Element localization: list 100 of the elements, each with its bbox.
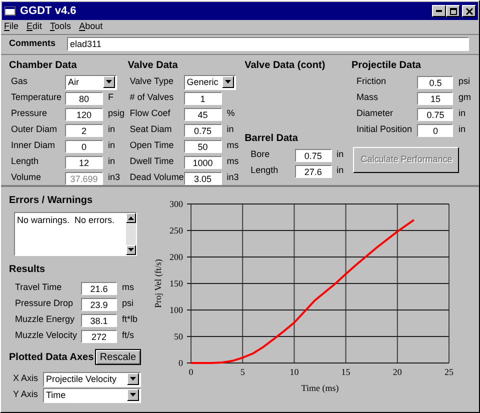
y-tick-label: 0 bbox=[178, 358, 183, 368]
maximize-icon bbox=[450, 8, 456, 14]
field-label: Outer Diam bbox=[11, 123, 58, 136]
unit-label: in bbox=[108, 139, 116, 152]
close-icon bbox=[466, 8, 472, 14]
input-field[interactable]: 0.75 bbox=[184, 124, 222, 136]
field-label: Pressure Drop bbox=[15, 297, 74, 310]
x-tick-label: 5 bbox=[240, 367, 245, 377]
field-label: Mass bbox=[355, 91, 379, 104]
messages-box[interactable]: No warnings. No errors. bbox=[14, 212, 137, 256]
field-label: Friction bbox=[355, 75, 387, 88]
unit-label: in bbox=[458, 123, 466, 136]
section-heading: Chamber Data bbox=[9, 59, 78, 73]
dropdown[interactable]: Time bbox=[43, 388, 141, 402]
input-field[interactable]: 3.05 bbox=[184, 172, 222, 184]
field-label: Length bbox=[11, 155, 40, 168]
menu-item[interactable]: Edit bbox=[26, 20, 42, 34]
y-tick-label: 100 bbox=[170, 305, 183, 315]
unit-label: % bbox=[226, 107, 235, 120]
section-heading: Plotted Data Axes bbox=[9, 350, 94, 364]
close-button[interactable] bbox=[462, 5, 476, 17]
field-label: Volume bbox=[11, 171, 42, 184]
input-field[interactable]: 2 bbox=[65, 124, 103, 136]
input-field[interactable]: 272 bbox=[81, 330, 117, 342]
section-heading: Barrel Data bbox=[244, 132, 299, 146]
field-label: Muzzle Energy bbox=[15, 313, 76, 326]
unit-label: ms bbox=[226, 155, 239, 168]
minimize-button[interactable] bbox=[432, 5, 446, 17]
dropdown[interactable]: Air bbox=[65, 74, 117, 90]
input-field[interactable]: 0 bbox=[417, 124, 454, 136]
y-tick-label: 50 bbox=[174, 332, 183, 342]
input-field[interactable]: 120 bbox=[65, 108, 103, 120]
y-axis-title: Proj Vel (ft/s) bbox=[153, 259, 163, 308]
input-field[interactable]: 21.6 bbox=[81, 282, 117, 294]
input-field[interactable]: 15 bbox=[417, 92, 454, 104]
dropdown[interactable]: Projectile Velocity bbox=[43, 372, 141, 386]
input-field[interactable]: 45 bbox=[184, 108, 222, 120]
field-label: Dwell Time bbox=[130, 155, 175, 168]
section-heading: Results bbox=[9, 263, 46, 277]
menu-item[interactable]: Tools bbox=[50, 20, 72, 34]
unit-label: psig bbox=[108, 107, 125, 120]
field-label: Comments bbox=[9, 37, 57, 50]
input-field[interactable]: 27.6 bbox=[294, 164, 332, 178]
x-tick-label: 10 bbox=[290, 367, 299, 377]
section-heading: Valve Data (cont) bbox=[244, 59, 326, 73]
window-title: GGDT v4.6 bbox=[20, 4, 78, 19]
unit-label: in bbox=[108, 155, 116, 168]
field-label: Y Axis bbox=[13, 388, 39, 402]
x-axis-title: Time (ms) bbox=[301, 383, 339, 393]
input-field[interactable]: 12 bbox=[65, 156, 103, 168]
scroll-down-icon[interactable] bbox=[126, 245, 136, 255]
input-field[interactable]: 0.5 bbox=[417, 76, 454, 88]
input-field[interactable]: 1000 bbox=[184, 156, 222, 168]
unit-label: F bbox=[108, 91, 114, 104]
field-label: Inner Diam bbox=[11, 139, 56, 152]
input-field[interactable]: 0.75 bbox=[417, 108, 454, 120]
input-field[interactable]: 38.1 bbox=[81, 314, 117, 326]
unit-label: ms bbox=[122, 281, 134, 294]
unit-label: ft*lb bbox=[122, 313, 138, 326]
menu-item[interactable]: File bbox=[4, 20, 19, 34]
unit-label: psi bbox=[122, 297, 134, 310]
field-label: Bore bbox=[250, 148, 271, 162]
unit-label: psi bbox=[458, 75, 470, 88]
input-field[interactable]: 23.9 bbox=[81, 298, 117, 310]
input-field[interactable]: 1 bbox=[184, 92, 222, 104]
unit-label: in bbox=[108, 123, 116, 136]
section-heading: Valve Data bbox=[128, 59, 179, 73]
menu-item[interactable]: About bbox=[79, 20, 103, 34]
dropdown[interactable]: Generic bbox=[184, 74, 236, 90]
unit-label: in bbox=[458, 107, 466, 120]
unit-label: ft/s bbox=[122, 329, 134, 342]
field-label: Diameter bbox=[355, 107, 394, 120]
unit-label: in bbox=[336, 148, 344, 162]
unit-label: ms bbox=[226, 139, 239, 152]
input-field[interactable]: 50 bbox=[184, 140, 222, 152]
section-heading: Projectile Data bbox=[351, 59, 422, 73]
unit-label: in3 bbox=[108, 171, 120, 184]
comments-field[interactable]: elad311 bbox=[67, 37, 469, 51]
rescale-button[interactable]: Rescale bbox=[95, 349, 141, 365]
field-label: Muzzle Velocity bbox=[15, 329, 78, 342]
scrollbar[interactable] bbox=[126, 213, 136, 255]
field-label: Temperature bbox=[11, 91, 63, 104]
field-label: Seat Diam bbox=[130, 123, 173, 136]
input-field[interactable]: 0.75 bbox=[294, 148, 332, 162]
minimize-icon bbox=[436, 10, 442, 12]
unit-label: in3 bbox=[226, 171, 239, 184]
x-tick-label: 25 bbox=[444, 367, 454, 377]
unit-label: in bbox=[336, 164, 344, 178]
maximize-button[interactable] bbox=[446, 5, 460, 17]
field-label: Dead Volume bbox=[130, 171, 184, 184]
unit-label: gm bbox=[458, 91, 471, 104]
input-field[interactable]: 0 bbox=[65, 140, 103, 152]
section-heading: Errors / Warnings bbox=[9, 194, 94, 208]
field-label: Length bbox=[250, 164, 280, 178]
field-label: Pressure bbox=[11, 107, 48, 120]
input-field[interactable]: 80 bbox=[65, 92, 103, 104]
field-label: Open Time bbox=[130, 139, 175, 152]
scroll-up-icon[interactable] bbox=[126, 213, 136, 223]
x-tick-label: 15 bbox=[341, 367, 350, 377]
field-label: Travel Time bbox=[15, 281, 63, 294]
